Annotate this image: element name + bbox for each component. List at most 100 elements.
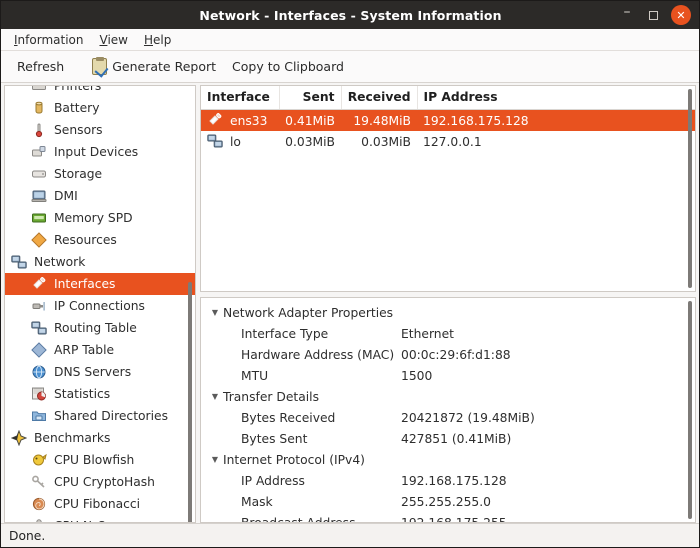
property-row[interactable]: Broadcast Address192.168.175.255 xyxy=(201,512,695,523)
menu-view[interactable]: View xyxy=(91,31,135,49)
sidebar-item-label: Storage xyxy=(54,167,102,181)
status-bar: Done. xyxy=(1,523,699,547)
column-header-sent[interactable]: Sent xyxy=(279,86,341,110)
sidebar-item-statistics[interactable]: Statistics xyxy=(5,383,195,405)
property-value: 1500 xyxy=(401,369,432,383)
sidebar-item-cpu-n-queens[interactable]: CPU N-Queens xyxy=(5,515,195,523)
menu-help-rest: elp xyxy=(153,33,171,47)
property-row[interactable]: Hardware Address (MAC)00:0c:29:6f:d1:88 xyxy=(201,344,695,365)
sidebar-item-resources[interactable]: Resources xyxy=(5,229,195,251)
sidebar-item-cpu-fibonacci[interactable]: CPU Fibonacci xyxy=(5,493,195,515)
battery-icon xyxy=(31,100,48,117)
benchmark-icon xyxy=(11,430,28,447)
property-row[interactable]: IP Address192.168.175.128 xyxy=(201,470,695,491)
column-header-ip-address[interactable]: IP Address xyxy=(417,86,695,110)
cell-ip-address: 127.0.0.1 xyxy=(417,131,695,152)
sidebar-item-label: Benchmarks xyxy=(34,431,110,445)
sidebar-item-label: DMI xyxy=(54,189,78,203)
sidebar-item-dns-servers[interactable]: DNS Servers xyxy=(5,361,195,383)
property-group-header[interactable]: ▼Internet Protocol (IPv4) xyxy=(201,449,695,470)
title-bar: Network - Interfaces - System Informatio… xyxy=(1,1,699,29)
memory-chip-icon xyxy=(31,210,48,227)
property-row[interactable]: Interface TypeEthernet xyxy=(201,323,695,344)
refresh-button[interactable]: Refresh xyxy=(9,56,72,77)
sidebar-item-printers[interactable]: Printers xyxy=(5,85,195,97)
sidebar-item-label: CPU Blowfish xyxy=(54,453,134,467)
connector-icon xyxy=(31,298,48,315)
main-content: PrintersBattery Sensors Input Devices Stora… xyxy=(1,83,699,523)
property-row[interactable]: Mask255.255.255.0 xyxy=(201,491,695,512)
sidebar-item-ip-connections[interactable]: IP Connections xyxy=(5,295,195,317)
property-group-title: Network Adapter Properties xyxy=(223,306,393,320)
property-key: Broadcast Address xyxy=(201,516,401,524)
sidebar-item-label: ARP Table xyxy=(54,343,114,357)
table-header-row: Interface Sent Received IP Address xyxy=(201,86,695,110)
sidebar-scrollbar[interactable] xyxy=(188,282,192,523)
menu-help[interactable]: Help xyxy=(136,31,179,49)
interfaces-scrollbar[interactable] xyxy=(688,89,692,288)
sidebar-item-network[interactable]: Network xyxy=(5,251,195,273)
sidebar-item-label: IP Connections xyxy=(54,299,145,313)
property-group-header[interactable]: ▼Transfer Details xyxy=(201,386,695,407)
sidebar-item-benchmarks[interactable]: Benchmarks xyxy=(5,427,195,449)
sidebar-item-dmi[interactable]: DMI xyxy=(5,185,195,207)
thermometer-icon xyxy=(31,122,48,139)
interface-name: lo xyxy=(230,135,241,149)
generate-report-button[interactable]: Generate Report xyxy=(84,55,224,78)
sidebar-item-routing-table[interactable]: Routing Table xyxy=(5,317,195,339)
interface-name: ens33 xyxy=(230,114,267,128)
property-row[interactable]: Bytes Sent427851 (0.41MiB) xyxy=(201,428,695,449)
sidebar-item-shared-directories[interactable]: Shared Directories xyxy=(5,405,195,427)
properties-scrollbar[interactable] xyxy=(688,301,692,519)
right-column: Interface Sent Received IP Address ens33… xyxy=(200,85,696,523)
sidebar-item-interfaces[interactable]: Interfaces xyxy=(5,273,195,295)
property-value: 00:0c:29:6f:d1:88 xyxy=(401,348,511,362)
menu-information[interactable]: Information xyxy=(6,31,91,49)
sidebar-item-label: CPU CryptoHash xyxy=(54,475,155,489)
copy-to-clipboard-label: Copy to Clipboard xyxy=(232,59,344,74)
sidebar-item-label: Sensors xyxy=(54,123,103,137)
table-row[interactable]: lo0.03MiB0.03MiB127.0.0.1 xyxy=(201,131,695,152)
property-key: Interface Type xyxy=(201,327,401,341)
globe-icon xyxy=(31,364,48,381)
sidebar-item-sensors[interactable]: Sensors xyxy=(5,119,195,141)
sidebar-tree[interactable]: PrintersBattery Sensors Input Devices Stora… xyxy=(4,85,196,523)
table-row[interactable]: ens330.41MiB19.48MiB192.168.175.128 xyxy=(201,110,695,132)
property-key: Bytes Sent xyxy=(201,432,401,446)
sidebar-item-input-devices[interactable]: Input Devices xyxy=(5,141,195,163)
column-header-interface[interactable]: Interface xyxy=(201,86,279,110)
plug-cable-icon xyxy=(207,112,224,129)
property-group-header[interactable]: ▼Network Adapter Properties xyxy=(201,302,695,323)
sidebar-item-battery[interactable]: Battery xyxy=(5,97,195,119)
status-text: Done. xyxy=(9,529,45,543)
interfaces-table-body: ens330.41MiB19.48MiB192.168.175.128lo0.0… xyxy=(201,110,695,153)
property-value: 427851 (0.41MiB) xyxy=(401,432,511,446)
shell-icon xyxy=(31,496,48,513)
chevron-down-icon[interactable]: ▼ xyxy=(207,392,223,401)
copy-to-clipboard-button[interactable]: Copy to Clipboard xyxy=(224,56,352,77)
property-row[interactable]: MTU1500 xyxy=(201,365,695,386)
sidebar-item-cpu-blowfish[interactable]: CPU Blowfish xyxy=(5,449,195,471)
menu-help-mnemonic: H xyxy=(144,33,153,47)
chevron-down-icon[interactable]: ▼ xyxy=(207,308,223,317)
sidebar-item-arp-table[interactable]: ARP Table xyxy=(5,339,195,361)
network-icon xyxy=(11,254,28,271)
interfaces-panel: Interface Sent Received IP Address ens33… xyxy=(200,85,696,292)
property-row[interactable]: Bytes Received20421872 (19.48MiB) xyxy=(201,407,695,428)
printer-icon xyxy=(31,85,48,95)
chevron-down-icon[interactable]: ▼ xyxy=(207,455,223,464)
property-value: 192.168.175.128 xyxy=(401,474,507,488)
cell-ip-address: 192.168.175.128 xyxy=(417,110,695,132)
column-header-received[interactable]: Received xyxy=(341,86,417,110)
window-title: Network - Interfaces - System Informatio… xyxy=(1,8,614,23)
minimize-button[interactable]: – xyxy=(614,2,640,28)
sidebar-item-label: CPU Fibonacci xyxy=(54,497,140,511)
maximize-button[interactable] xyxy=(640,2,666,28)
interfaces-table[interactable]: Interface Sent Received IP Address ens33… xyxy=(201,86,695,152)
sidebar-item-cpu-cryptohash[interactable]: CPU CryptoHash xyxy=(5,471,195,493)
close-button[interactable]: ✕ xyxy=(671,5,691,25)
shared-folder-icon xyxy=(31,408,48,425)
network-icon xyxy=(207,133,224,150)
sidebar-item-storage[interactable]: Storage xyxy=(5,163,195,185)
sidebar-item-memory-spd[interactable]: Memory SPD xyxy=(5,207,195,229)
